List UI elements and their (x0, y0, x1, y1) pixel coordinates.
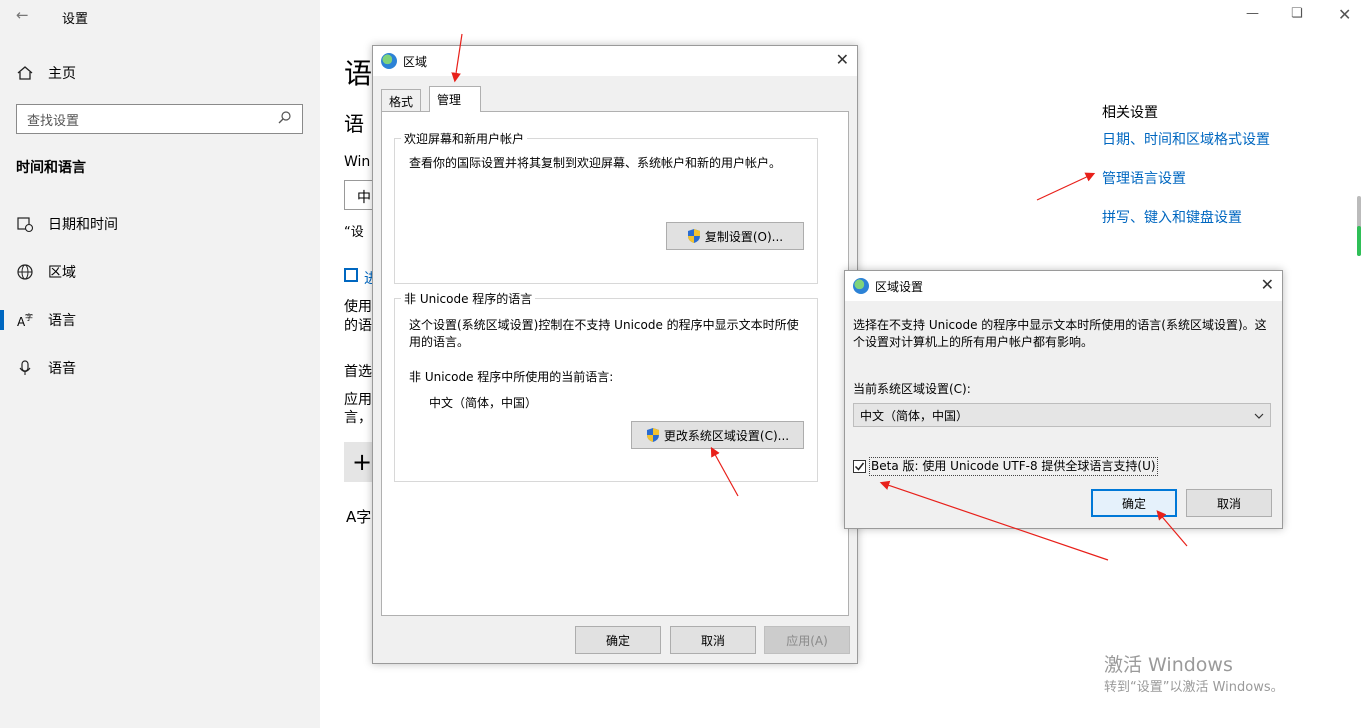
annotation-arrow-manage-language (1036, 172, 1096, 201)
annotation-arrow-ok-button (1156, 510, 1188, 547)
annotation-arrow-admin-tab (451, 33, 463, 83)
annotation-arrow-change-locale (710, 446, 739, 497)
tab-administrative[interactable]: 管理 (429, 86, 481, 112)
annotation-arrow-beta-checkbox (879, 480, 1109, 561)
annotation-arrows (451, 33, 1188, 561)
